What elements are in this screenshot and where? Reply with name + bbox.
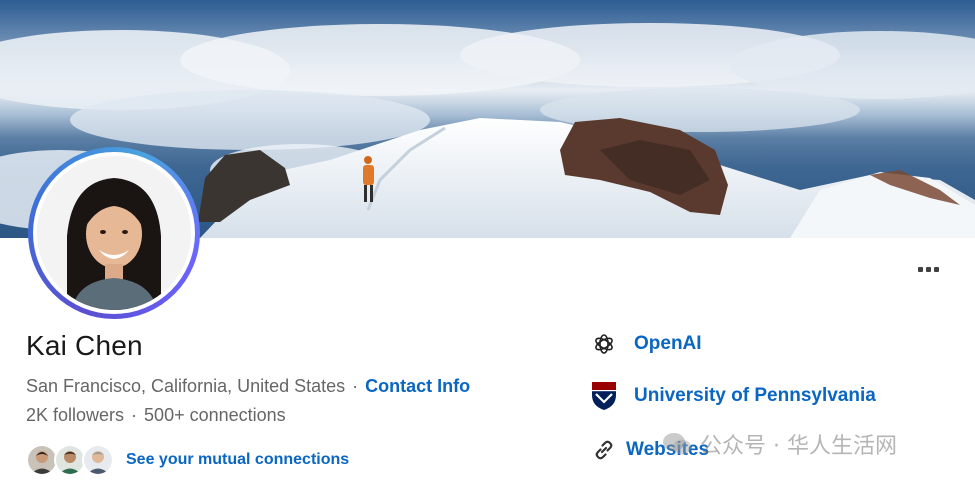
mutual-connections-link[interactable]: See your mutual connections: [126, 451, 349, 469]
company-name[interactable]: OpenAI: [634, 333, 702, 355]
profile-photo[interactable]: [37, 156, 191, 310]
current-company[interactable]: OpenAI: [590, 330, 702, 358]
profile-photo-frame[interactable]: [28, 147, 200, 319]
separator: ·: [131, 405, 138, 425]
link-icon: [590, 436, 618, 464]
more-options-button[interactable]: [912, 258, 944, 280]
wechat-icon: [663, 433, 691, 455]
watermark: 公众号 · 华人生活网: [662, 428, 897, 460]
separator: ·: [352, 376, 359, 396]
upenn-shield-icon: [590, 382, 618, 410]
openai-logo-icon: [590, 330, 618, 358]
mutual-connections[interactable]: See your mutual connections: [26, 441, 349, 479]
more-horizontal-icon: [917, 266, 923, 272]
connections-count[interactable]: 500+ connections: [144, 405, 286, 425]
contact-info-link[interactable]: Contact Info: [365, 376, 470, 396]
watermark-text: 公众号 · 华人生活网: [700, 434, 897, 459]
school-name[interactable]: University of Pennsylvania: [634, 385, 876, 407]
followers-count: 2K followers: [26, 405, 125, 425]
education-item[interactable]: University of Pennsylvania: [590, 382, 876, 410]
profile-name: Kai Chen: [26, 330, 143, 361]
location-text: San Francisco, California, United States: [26, 376, 346, 396]
network-stats: 2K followers · 500+ connections: [26, 405, 286, 426]
location-line: San Francisco, California, United States…: [26, 376, 470, 397]
mutual-avatar: [82, 444, 114, 476]
profile-photo-image: [37, 156, 191, 310]
